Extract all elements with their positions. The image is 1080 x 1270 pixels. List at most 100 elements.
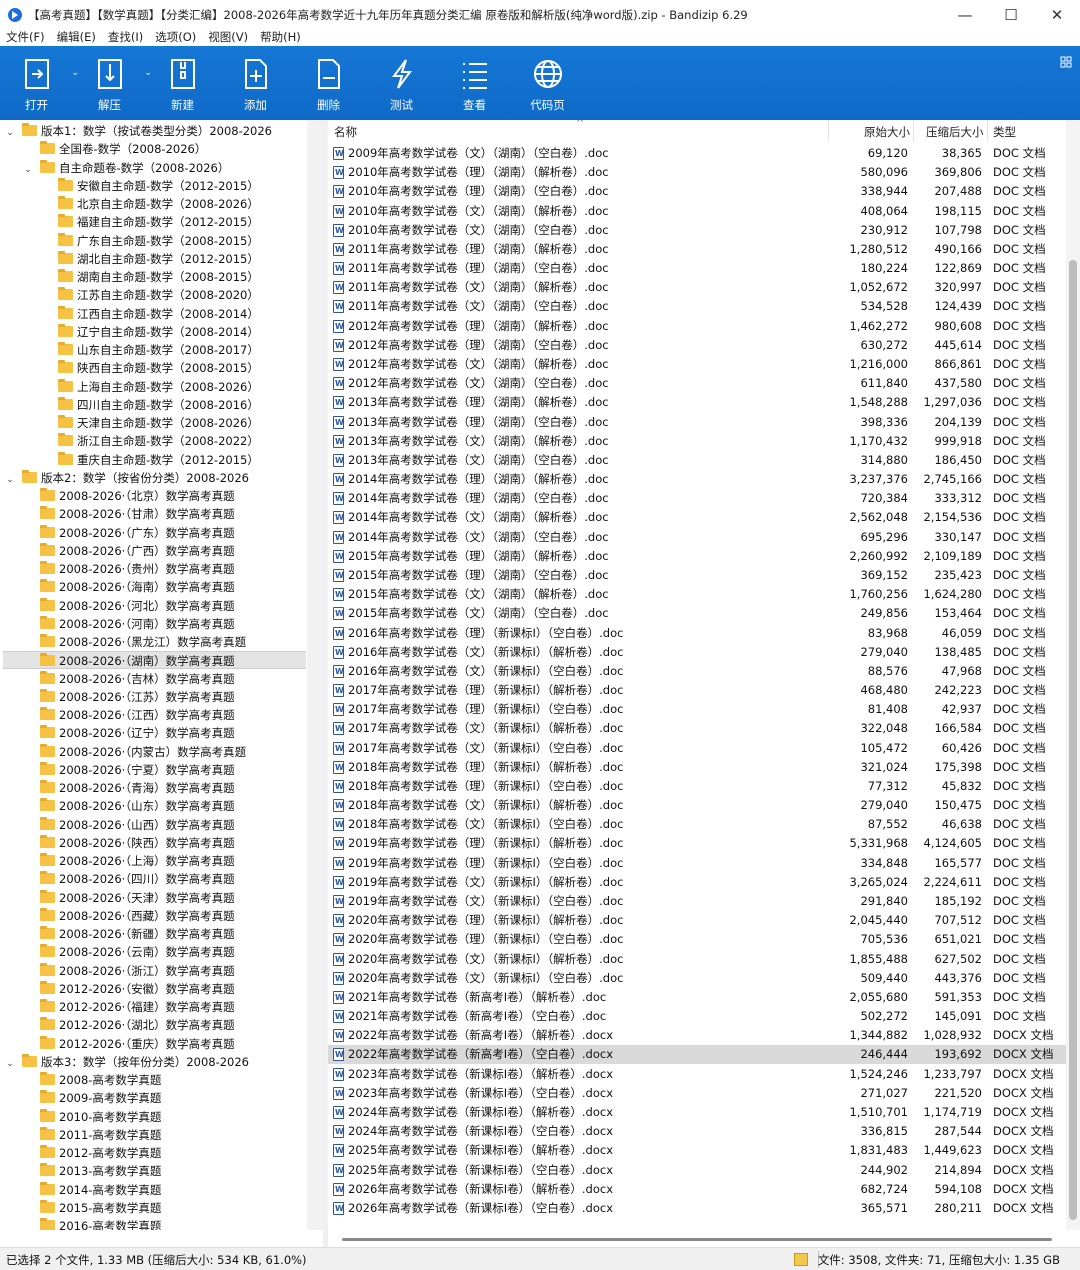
tree-item[interactable]: ⌄ 自主命题卷-数学（2008-2026） <box>0 159 306 177</box>
tree-item[interactable]: 2008-2026·（上海）数学高考真题 <box>0 852 306 870</box>
file-row[interactable]: 2017年高考数学试卷（理）（新课标Ⅰ）（空白卷）.doc 81,408 42,93… <box>328 700 1066 719</box>
tree-item[interactable]: 北京自主命题-数学（2008-2026） <box>0 195 306 213</box>
file-row[interactable]: 2025年高考数学试卷（新课标Ⅰ卷）（解析卷）.docx 1,831,483 1,4… <box>328 1141 1066 1160</box>
tree-item[interactable]: 安徽自主命题-数学（2012-2015） <box>0 177 306 195</box>
tree-item[interactable]: 2008-2026·（河南）数学高考真题 <box>0 615 306 633</box>
tree-item[interactable]: 2008-2026·（四川）数学高考真题 <box>0 870 306 888</box>
column-type[interactable]: 类型 <box>993 124 1016 140</box>
tree-item[interactable]: 湖南自主命题-数学（2008-2015） <box>0 268 306 286</box>
file-row[interactable]: 2011年高考数学试卷（理）（湖南）（解析卷）.doc 1,280,512 490,… <box>328 240 1066 259</box>
file-row[interactable]: 2010年高考数学试卷（理）（湖南）（解析卷）.doc 580,096 369,80… <box>328 163 1066 182</box>
file-row[interactable]: 2010年高考数学试卷（文）（湖南）（解析卷）.doc 408,064 198,11… <box>328 202 1066 221</box>
tree-item[interactable]: 2008-2026·（湖南）数学高考真题 <box>3 651 306 670</box>
tree-item[interactable]: 2008-2026·（宁夏）数学高考真题 <box>0 761 306 779</box>
column-name[interactable]: 名称 <box>334 124 357 140</box>
file-row[interactable]: 2015年高考数学试卷（文）（湖南）（空白卷）.doc 249,856 153,46… <box>328 604 1066 623</box>
file-row[interactable]: 2013年高考数学试卷（文）（湖南）（解析卷）.doc 1,170,432 999,… <box>328 432 1066 451</box>
tree-item[interactable]: 2009-高考数学真题 <box>0 1089 306 1107</box>
file-row[interactable]: 2024年高考数学试卷（新课标Ⅰ卷）（空白卷）.docx 336,815 287,5… <box>328 1122 1066 1141</box>
file-row[interactable]: 2018年高考数学试卷（文）（新课标Ⅰ）（空白卷）.doc 87,552 46,63… <box>328 815 1066 834</box>
toolbar-extract-button[interactable]: 解压 ⌄ <box>73 46 152 120</box>
tree-item[interactable]: 2008-高考数学真题 <box>0 1071 306 1089</box>
file-row[interactable]: 2017年高考数学试卷（文）（新课标Ⅰ）（解析卷）.doc 322,048 166,… <box>328 719 1066 738</box>
file-row[interactable]: 2016年高考数学试卷（文）（新课标Ⅰ）（空白卷）.doc 88,576 47,96… <box>328 662 1066 681</box>
file-row[interactable]: 2023年高考数学试卷（新课标Ⅰ卷）（解析卷）.docx 1,524,246 1,2… <box>328 1065 1066 1084</box>
file-row[interactable]: 2019年高考数学试卷（理）（新课标Ⅰ）（解析卷）.doc 5,331,968 4,… <box>328 834 1066 853</box>
file-row[interactable]: 2020年高考数学试卷（理）（新课标Ⅰ）（空白卷）.doc 705,536 651,… <box>328 930 1066 949</box>
list-horizontal-thumb[interactable] <box>342 1238 1052 1241</box>
tree-item[interactable]: 2010-高考数学真题 <box>0 1108 306 1126</box>
menu-item-1[interactable]: 编辑(E) <box>51 30 102 46</box>
close-button[interactable]: ✕ <box>1034 0 1080 30</box>
tree-item[interactable]: 2015-高考数学真题 <box>0 1199 306 1217</box>
file-row[interactable]: 2020年高考数学试卷（文）（新课标Ⅰ）（解析卷）.doc 1,855,488 62… <box>328 950 1066 969</box>
tree-item[interactable]: 2008-2026·（陕西）数学高考真题 <box>0 834 306 852</box>
menu-item-5[interactable]: 帮助(H) <box>254 30 307 46</box>
tree-item[interactable]: 2008-2026·（江苏）数学高考真题 <box>0 688 306 706</box>
file-row[interactable]: 2011年高考数学试卷（理）（湖南）（空白卷）.doc 180,224 122,86… <box>328 259 1066 278</box>
column-compressed-size[interactable]: 压缩后大小 <box>926 124 984 140</box>
file-row[interactable]: 2023年高考数学试卷（新课标Ⅰ卷）（空白卷）.docx 271,027 221,5… <box>328 1084 1066 1103</box>
file-row[interactable]: 2018年高考数学试卷（文）（新课标Ⅰ）（解析卷）.doc 279,040 150,… <box>328 796 1066 815</box>
file-row[interactable]: 2012年高考数学试卷（文）（湖南）（空白卷）.doc 611,840 437,58… <box>328 374 1066 393</box>
list-scrollbar-thumb[interactable] <box>1069 260 1077 1220</box>
file-row[interactable]: 2021年高考数学试卷（新高考Ⅰ卷）（空白卷）.doc 502,272 145,09… <box>328 1007 1066 1026</box>
tree-item[interactable]: 2012-高考数学真题 <box>0 1144 306 1162</box>
file-row[interactable]: 2012年高考数学试卷（文）（湖南）（解析卷）.doc 1,216,000 866,… <box>328 355 1066 374</box>
tree-item[interactable]: ⌄ 版本3：数学（按年份分类）2008-2026 <box>0 1053 306 1071</box>
file-row[interactable]: 2020年高考数学试卷（文）（新课标Ⅰ）（空白卷）.doc 509,440 443,… <box>328 969 1066 988</box>
tree-item[interactable]: 2008-2026·（山东）数学高考真题 <box>0 797 306 815</box>
layout-toggle-icon[interactable] <box>1060 56 1072 68</box>
tree-item[interactable]: 2008-2026·（海南）数学高考真题 <box>0 578 306 596</box>
column-original-size[interactable]: 原始大小 <box>864 124 910 140</box>
file-row[interactable]: 2016年高考数学试卷（理）（新课标Ⅰ）（空白卷）.doc 83,968 46,05… <box>328 624 1066 643</box>
menu-item-3[interactable]: 选项(O) <box>149 30 202 46</box>
tree-item[interactable]: 2008-2026·（北京）数学高考真题 <box>0 487 306 505</box>
tree-item[interactable]: 2008-2026·（广西）数学高考真题 <box>0 542 306 560</box>
file-row[interactable]: 2017年高考数学试卷（文）（新课标Ⅰ）（空白卷）.doc 105,472 60,4… <box>328 739 1066 758</box>
file-row[interactable]: 2017年高考数学试卷（理）（新课标Ⅰ）（解析卷）.doc 468,480 242,… <box>328 681 1066 700</box>
file-row[interactable]: 2013年高考数学试卷（理）（湖南）（解析卷）.doc 1,548,288 1,29… <box>328 393 1066 412</box>
file-row[interactable]: 2015年高考数学试卷（理）（湖南）（解析卷）.doc 2,260,992 2,10… <box>328 547 1066 566</box>
toolbar-delete-button[interactable]: 删除 <box>292 46 365 120</box>
toolbar-codepage-button[interactable]: 代码页 <box>511 46 584 120</box>
tree-item[interactable]: 四川自主命题-数学（2008-2016） <box>0 396 306 414</box>
toolbar-test-button[interactable]: 测试 <box>365 46 438 120</box>
tree-item[interactable]: 2012-2026·（安徽）数学高考真题 <box>0 980 306 998</box>
tree-item[interactable]: 2008-2026·（新疆）数学高考真题 <box>0 925 306 943</box>
file-row[interactable]: 2021年高考数学试卷（新高考Ⅰ卷）（解析卷）.doc 2,055,680 591,… <box>328 988 1066 1007</box>
tree-horizontal-scrollbar[interactable] <box>0 1230 323 1247</box>
file-row[interactable]: 2026年高考数学试卷（新课标Ⅰ卷）（解析卷）.docx 682,724 594,1… <box>328 1180 1066 1199</box>
file-row[interactable]: 2016年高考数学试卷（文）（新课标Ⅰ）（解析卷）.doc 279,040 138,… <box>328 643 1066 662</box>
tree-item[interactable]: 2008-2026·（黑龙江）数学高考真题 <box>0 633 306 651</box>
tree-item[interactable]: 江西自主命题-数学（2008-2014） <box>0 305 306 323</box>
tree-item[interactable]: ⌄ 版本1：数学（按试卷类型分类）2008-2026 <box>0 122 306 140</box>
file-row[interactable]: 2011年高考数学试卷（文）（湖南）（解析卷）.doc 1,052,672 320,… <box>328 278 1066 297</box>
file-row[interactable]: 2013年高考数学试卷（文）（湖南）（空白卷）.doc 314,880 186,45… <box>328 451 1066 470</box>
file-row[interactable]: 2019年高考数学试卷（理）（新课标Ⅰ）（空白卷）.doc 334,848 165,… <box>328 854 1066 873</box>
tree-item[interactable]: 湖北自主命题-数学（2012-2015） <box>0 250 306 268</box>
tree-item[interactable]: 2012-2026·（重庆）数学高考真题 <box>0 1035 306 1053</box>
tree-item[interactable]: 广东自主命题-数学（2008-2015） <box>0 232 306 250</box>
file-row[interactable]: 2022年高考数学试卷（新高考Ⅰ卷）（空白卷）.docx 246,444 193,6… <box>328 1045 1066 1065</box>
tree-item[interactable]: 2008-2026·（辽宁）数学高考真题 <box>0 724 306 742</box>
tree-item[interactable]: 全国卷-数学（2008-2026） <box>0 140 306 158</box>
tree-item[interactable]: 江苏自主命题-数学（2008-2020） <box>0 286 306 304</box>
file-row[interactable]: 2014年高考数学试卷（理）（湖南）（空白卷）.doc 720,384 333,31… <box>328 489 1066 508</box>
tree-scrollbar[interactable] <box>307 120 323 1230</box>
tree-item[interactable]: 2011-高考数学真题 <box>0 1126 306 1144</box>
tree-item[interactable]: ⌄ 版本2：数学（按省份分类）2008-2026 <box>0 469 306 487</box>
tree-item[interactable]: 陕西自主命题-数学（2008-2015） <box>0 359 306 377</box>
toolbar-add-button[interactable]: 添加 <box>219 46 292 120</box>
file-row[interactable]: 2014年高考数学试卷（理）（湖南）（解析卷）.doc 3,237,376 2,74… <box>328 470 1066 489</box>
file-row[interactable]: 2010年高考数学试卷（理）（湖南）（空白卷）.doc 338,944 207,48… <box>328 182 1066 201</box>
file-row[interactable]: 2015年高考数学试卷（理）（湖南）（空白卷）.doc 369,152 235,42… <box>328 566 1066 585</box>
file-row[interactable]: 2010年高考数学试卷（文）（湖南）（空白卷）.doc 230,912 107,79… <box>328 221 1066 240</box>
tree-item[interactable]: 2008-2026·（贵州）数学高考真题 <box>0 560 306 578</box>
tree-item[interactable]: 重庆自主命题-数学（2012-2015） <box>0 451 306 469</box>
toolbar-new-archive-button[interactable]: 新建 <box>146 46 219 120</box>
file-row[interactable]: 2012年高考数学试卷（理）（湖南）（空白卷）.doc 630,272 445,61… <box>328 336 1066 355</box>
file-row[interactable]: 2014年高考数学试卷（文）（湖南）（空白卷）.doc 695,296 330,14… <box>328 528 1066 547</box>
menu-item-0[interactable]: 文件(F) <box>0 30 51 46</box>
tree-item[interactable]: 2013-高考数学真题 <box>0 1162 306 1180</box>
